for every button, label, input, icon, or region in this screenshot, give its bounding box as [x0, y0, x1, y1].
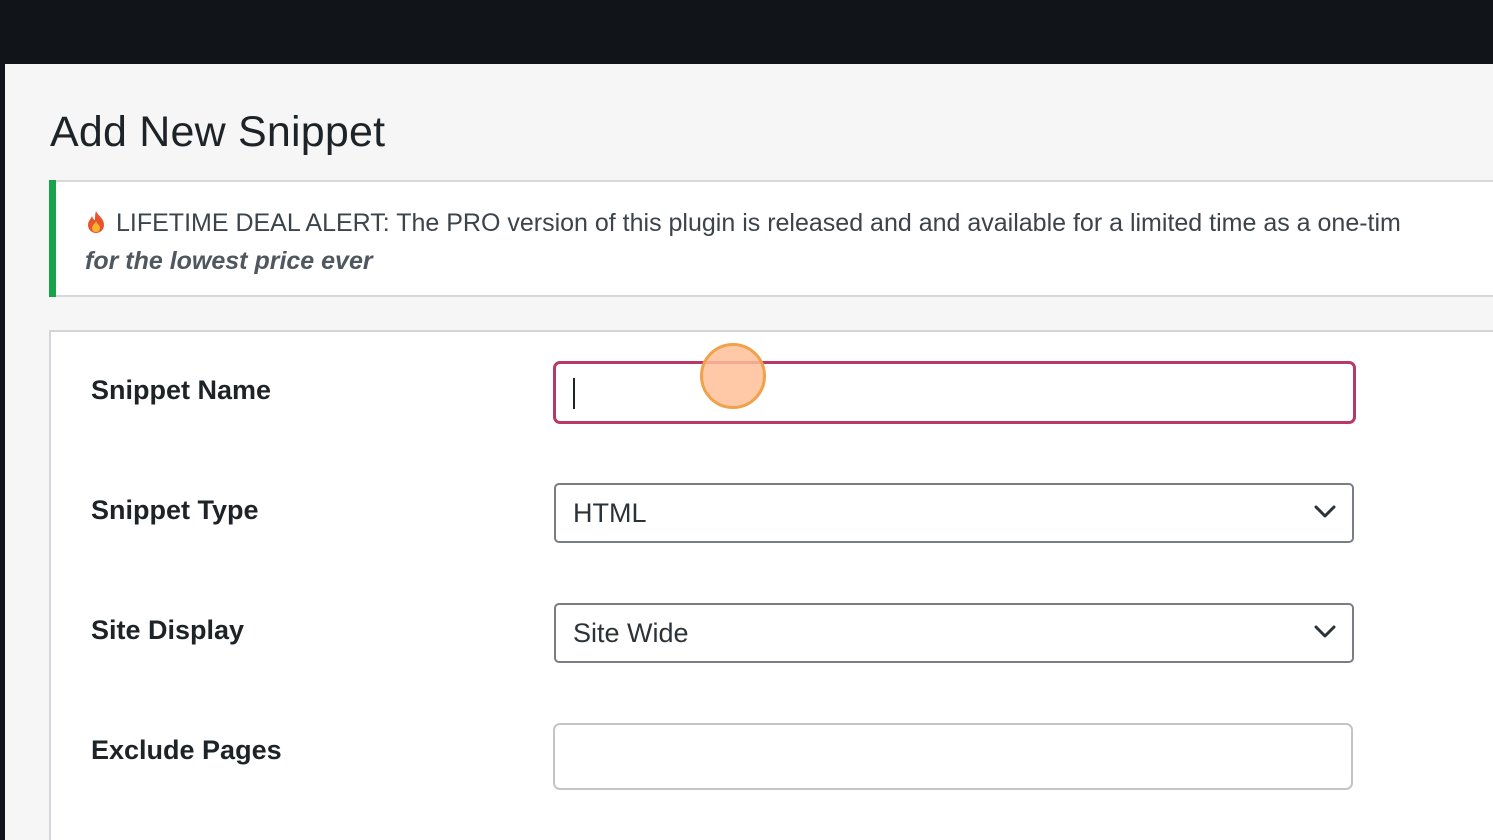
fire-icon [85, 210, 107, 234]
site-display-select[interactable]: Site Wide [554, 603, 1354, 663]
top-bar [0, 0, 1493, 64]
notice-accent-bar [49, 180, 56, 297]
exclude-pages-input[interactable] [553, 723, 1353, 790]
click-indicator [700, 343, 766, 409]
page-title: Add New Snippet [50, 108, 386, 156]
chevron-down-icon [1314, 625, 1336, 638]
notice-line1-text: LIFETIME DEAL ALERT: The PRO version of … [116, 209, 1401, 237]
chevron-down-icon [1314, 505, 1336, 518]
snippet-type-label: Snippet Type [91, 495, 259, 525]
site-display-value: Site Wide [573, 618, 689, 648]
snippet-type-value: HTML [573, 498, 647, 528]
snippet-name-label: Snippet Name [91, 375, 272, 405]
snippet-form: Snippet Name Snippet Type HTML Site Disp… [49, 330, 1493, 840]
site-display-label: Site Display [91, 615, 245, 645]
lifetime-deal-notice: LIFETIME DEAL ALERT: The PRO version of … [49, 180, 1493, 297]
snippet-name-input[interactable] [553, 361, 1356, 424]
exclude-pages-label: Exclude Pages [91, 735, 282, 765]
main-content: Add New Snippet LIFETIME DEAL ALERT: The… [5, 64, 1493, 840]
notice-message: LIFETIME DEAL ALERT: The PRO version of … [85, 208, 1401, 238]
snippet-type-select[interactable]: HTML [554, 483, 1354, 543]
text-caret [573, 378, 575, 409]
notice-emphasis: for the lowest price ever [85, 247, 373, 275]
